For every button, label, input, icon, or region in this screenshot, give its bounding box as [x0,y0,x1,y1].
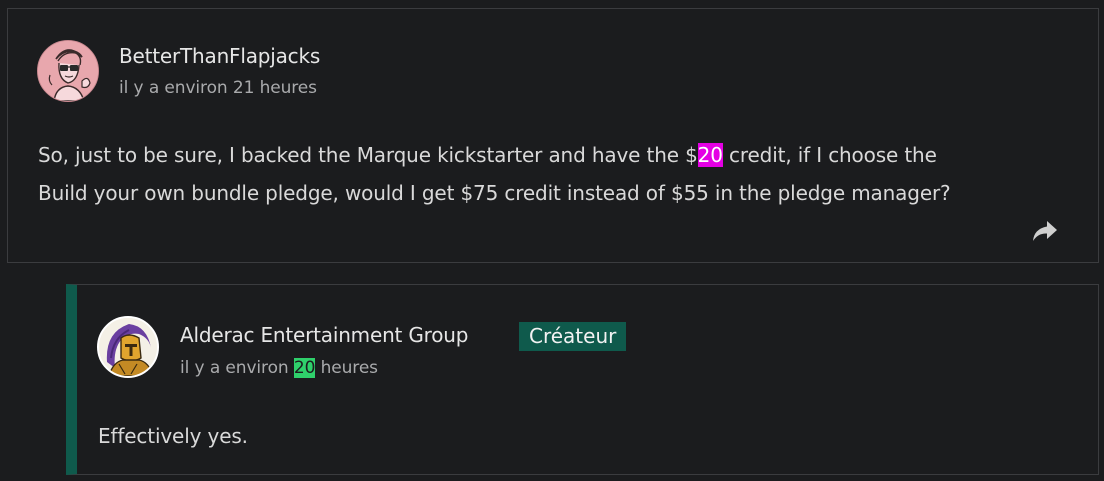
comment-card: BetterThanFlapjacks il y a environ 21 he… [7,8,1099,263]
creator-author[interactable]: Alderac Entertainment Group [180,323,468,347]
user-avatar[interactable] [37,40,99,102]
comment-body: So, just to be sure, I backed the Marque… [38,136,951,212]
search-highlight: 20 [697,143,723,167]
search-highlight: 20 [293,358,316,378]
reply-card: Alderac Entertainment Group Créateur il … [66,284,1099,475]
reply-timestamp: il y a environ 20 heures [180,358,378,378]
reply-body: Effectively yes. [98,424,248,448]
comment-author[interactable]: BetterThanFlapjacks [119,44,320,68]
comment-body-text: So, just to be sure, I backed the Marque… [38,143,698,167]
reply-timestamp-text: il y a environ [180,358,294,378]
comment-timestamp: il y a environ 21 heures [119,78,317,98]
comment-body-line-1: So, just to be sure, I backed the Marque… [38,136,951,174]
share-arrow-icon[interactable] [1032,220,1058,242]
comment-body-text: credit, if I choose the [722,143,937,167]
avatar-illustration [38,41,98,101]
creator-badge: Créateur [519,322,627,351]
comment-body-line-2: Build your own bundle pledge, would I ge… [38,181,951,205]
creator-avatar[interactable] [97,316,159,378]
reply-timestamp-text: heures [315,358,378,378]
knight-avatar-illustration [99,318,157,376]
